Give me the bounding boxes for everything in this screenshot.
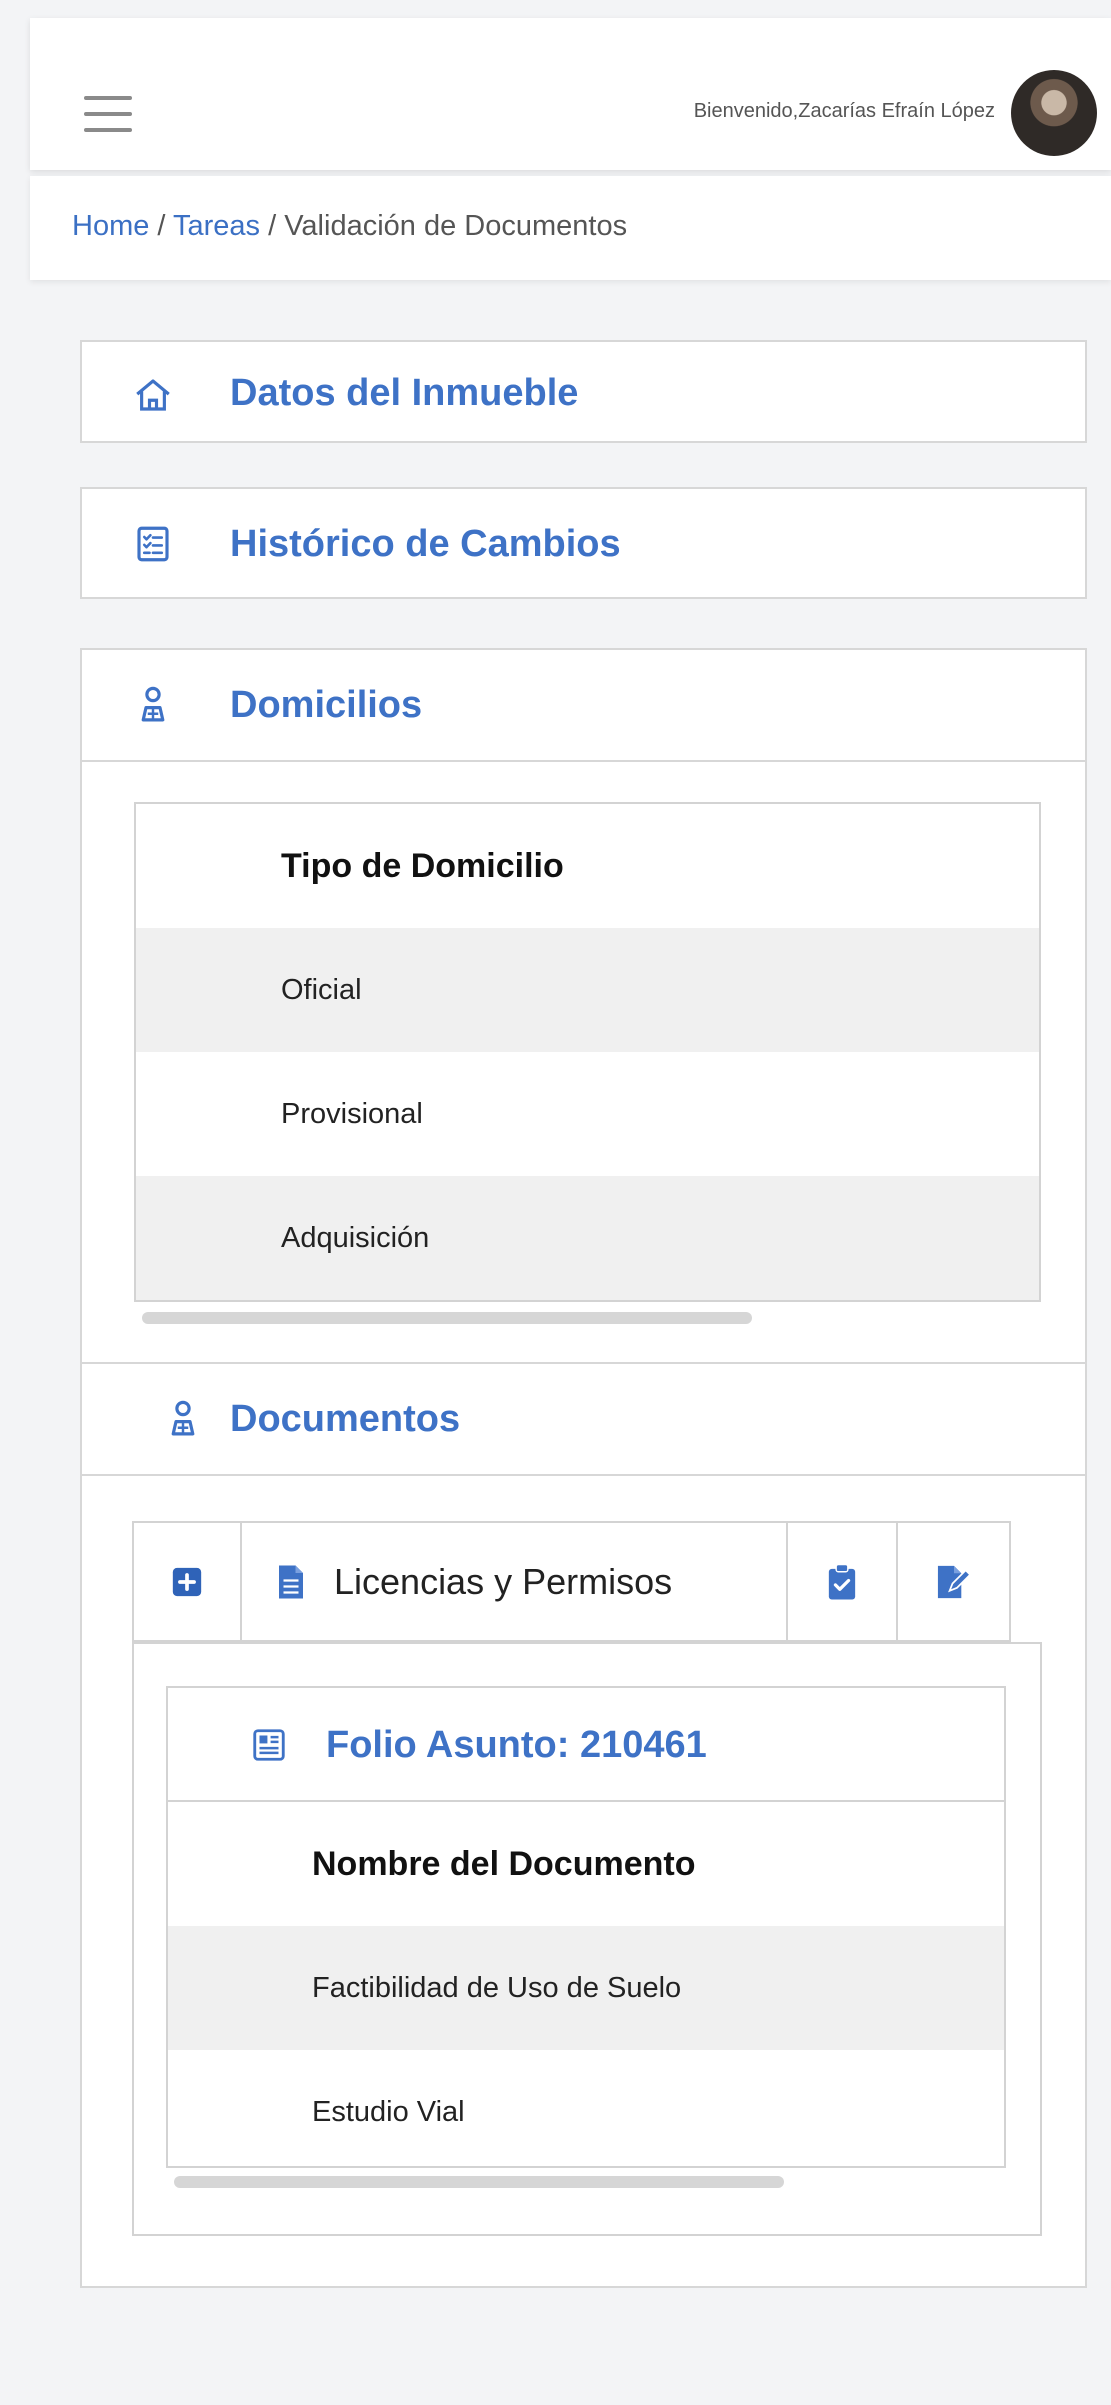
breadcrumb-separator: /: [260, 210, 285, 242]
hamburger-menu-icon[interactable]: [84, 96, 132, 132]
tab-licencias-permisos-label: Licencias y Permisos: [334, 1560, 673, 1602]
folio-horizontal-scrollbar[interactable]: [174, 2176, 784, 2188]
clipboard-check-tab[interactable]: [788, 1523, 898, 1640]
folio-header: Folio Asunto: 210461: [168, 1688, 1004, 1802]
table-row-estudio-vial[interactable]: Estudio Vial: [168, 2050, 1004, 2166]
document-icon: [279, 1565, 303, 1598]
breadcrumb-tareas-link[interactable]: Tareas: [173, 210, 260, 242]
table-row-factibilidad[interactable]: Factibilidad de Uso de Suelo: [168, 1926, 1004, 2050]
historico-cambios-panel[interactable]: Histórico de Cambios: [80, 487, 1087, 599]
folio-card: Folio Asunto: 210461 Nombre del Document…: [166, 1686, 1006, 2168]
historico-cambios-title: Histórico de Cambios: [230, 523, 621, 565]
edit-document-tab[interactable]: [898, 1523, 1009, 1640]
domicilios-horizontal-scrollbar[interactable]: [142, 1312, 752, 1324]
clipboard-check-icon: [828, 1563, 856, 1600]
table-row-oficial[interactable]: Oficial: [136, 928, 1039, 1052]
person-pin-icon: [141, 686, 165, 722]
datos-inmueble-title: Datos del Inmueble: [230, 372, 579, 414]
domicilios-header[interactable]: Domicilios: [82, 650, 1085, 762]
house-icon: [136, 379, 170, 411]
table-header-nombre-documento: Nombre del Documento: [312, 1844, 696, 1883]
table-row-adquisicion[interactable]: Adquisición: [136, 1176, 1039, 1300]
checklist-icon: [137, 526, 169, 562]
breadcrumb-current: Validación de Documentos: [284, 210, 628, 242]
documentos-header[interactable]: Documentos: [82, 1362, 1085, 1476]
domicilios-table: Tipo de Domicilio Oficial Provisional Ad…: [134, 802, 1041, 1302]
breadcrumb-home-link[interactable]: Home: [72, 210, 149, 242]
file-edit-icon: [937, 1565, 971, 1598]
datos-inmueble-panel[interactable]: Datos del Inmueble: [80, 340, 1087, 443]
breadcrumb-separator: /: [149, 210, 174, 242]
top-navigation-bar: Bienvenido,Zacarías Efraín López: [30, 18, 1111, 170]
documentos-content-panel: Folio Asunto: 210461 Nombre del Document…: [132, 1642, 1042, 2236]
tab-licencias-permisos[interactable]: Licencias y Permisos: [242, 1523, 788, 1640]
documentos-tabs: Licencias y Permisos: [132, 1521, 1011, 1642]
breadcrumb: Home / Tareas / Validación de Documentos: [72, 210, 627, 243]
welcome-text: Bienvenido,Zacarías Efraín López: [693, 100, 995, 122]
add-document-tab[interactable]: [134, 1523, 242, 1640]
documentos-title: Documentos: [230, 1398, 461, 1440]
table-row-provisional[interactable]: Provisional: [136, 1052, 1039, 1176]
domicilios-title: Domicilios: [230, 684, 423, 726]
folio-title: Folio Asunto: 210461: [326, 1724, 707, 1766]
document-id-icon: [253, 1729, 285, 1761]
user-avatar[interactable]: [1011, 70, 1097, 156]
plus-square-icon: [172, 1567, 202, 1596]
table-header-tipo-domicilio: Tipo de Domicilio: [281, 846, 564, 885]
person-pin-icon: [171, 1400, 195, 1436]
breadcrumb-bar: Home / Tareas / Validación de Documentos: [30, 176, 1111, 280]
